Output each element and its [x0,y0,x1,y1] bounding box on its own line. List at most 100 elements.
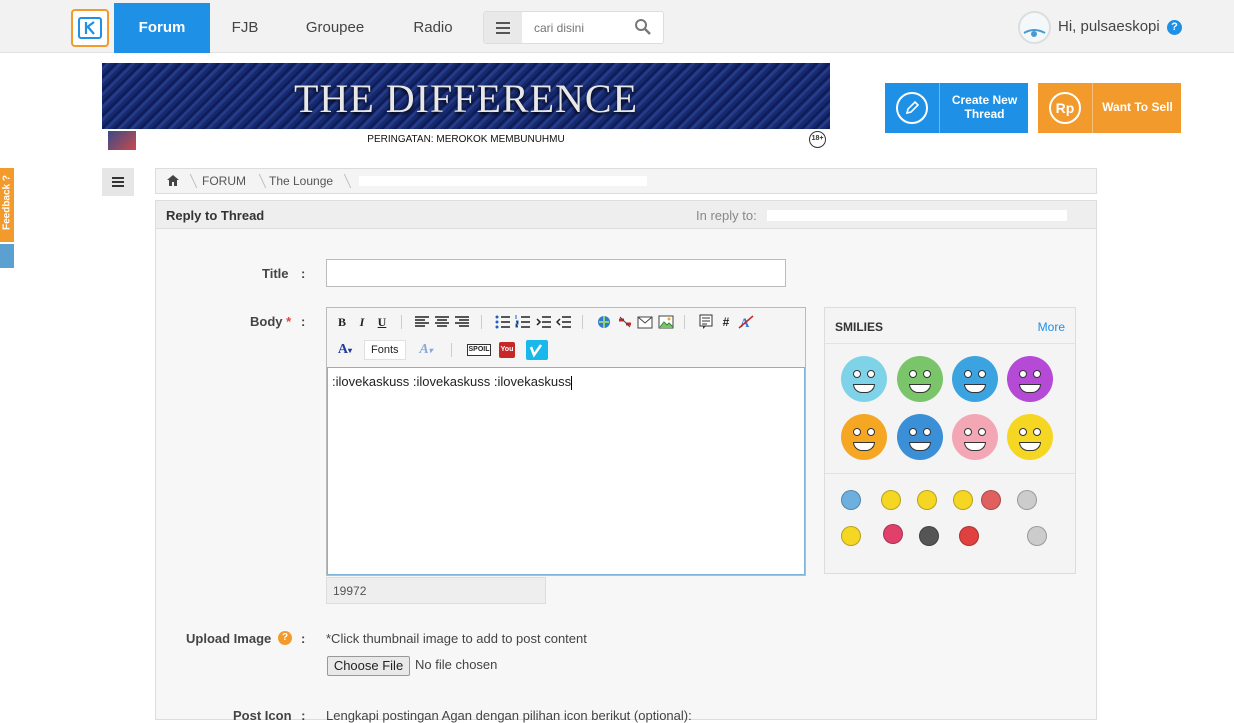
link-icon[interactable] [596,314,612,330]
create-thread-icon-wrap [885,83,940,133]
feedback-store-icon[interactable] [0,244,14,268]
nav-groupee[interactable]: Groupee [296,3,374,53]
youtube-button[interactable]: You [499,342,515,358]
create-thread-button[interactable]: Create New Thread [885,83,1028,133]
body-textarea[interactable]: :ilovekaskuss :ilovekaskuss :ilovekaskus… [327,367,805,575]
smiley-large[interactable] [952,414,998,460]
smiley-small[interactable] [841,490,861,510]
body-editor: B I U # A A▾ Fonts A▾ SPOIL You :iloveka… [326,307,806,576]
upload-help-icon[interactable]: ? [278,631,292,645]
smiley-small[interactable] [841,526,861,546]
clear-format-icon[interactable]: A [738,314,754,330]
align-left-icon[interactable] [414,314,430,330]
smiley-eye [978,428,986,436]
smiley-large[interactable] [841,356,887,402]
feedback-label: Feedback ? [1,174,13,231]
smiley-eye [1019,370,1027,378]
toolbar-separator [401,315,402,329]
in-reply-to-redacted [767,210,1067,221]
smiley-eye [1019,428,1027,436]
bullet-list-icon[interactable] [495,314,511,330]
smiley-mouth [1019,384,1041,393]
smiley-small[interactable] [959,526,979,546]
numbered-list-icon[interactable] [515,314,531,330]
spoiler-button[interactable]: SPOIL [467,344,491,356]
smiley-eye [1033,428,1041,436]
hamburger-icon [496,21,510,34]
underline-button[interactable]: U [374,314,390,330]
smiley-mouth [964,384,986,393]
indent-icon[interactable] [536,314,552,330]
smiley-small[interactable] [1027,526,1047,546]
smiley-eye [909,370,917,378]
smiley-eye [978,370,986,378]
toolbar-separator [582,315,583,329]
align-center-icon[interactable] [434,314,450,330]
breadcrumb-home[interactable] [162,169,184,193]
file-status: No file chosen [415,657,498,672]
smiley-mouth [909,442,931,451]
hashtag-button[interactable]: # [718,314,734,330]
choose-file-button[interactable]: Choose File [327,656,410,676]
search-menu-button[interactable] [484,12,522,43]
email-icon[interactable] [637,314,653,330]
want-to-sell-button[interactable]: Rp Want To Sell [1038,83,1181,133]
smiley-small[interactable] [881,490,901,510]
smiley-large[interactable] [897,414,943,460]
quote-icon[interactable] [698,314,714,330]
toolbar-separator [451,343,452,357]
smiley-eye [964,428,972,436]
image-icon[interactable] [658,314,674,330]
search-input[interactable] [524,12,629,43]
unlink-icon[interactable] [617,314,633,330]
ad-banner[interactable]: THE DIFFERENCE PERINGATAN: MEROKOK MEMBU… [102,63,830,153]
smiley-small[interactable] [917,490,937,510]
bold-button[interactable]: B [334,314,350,330]
fonts-dropdown[interactable]: Fonts [364,340,406,360]
side-menu-toggle[interactable] [102,168,134,196]
outdent-icon[interactable] [556,314,572,330]
smiley-eye [923,370,931,378]
breadcrumb-separator [334,174,352,188]
smiley-small[interactable] [883,524,903,544]
smiley-mouth [964,442,986,451]
smiley-eye [964,370,972,378]
help-icon[interactable]: ? [1167,20,1182,35]
kaskus-logo-icon [78,17,102,39]
smilies-title: SMILIES [835,320,884,334]
upload-label: Upload Image [186,631,272,646]
editor-toolbar-row-2: A▾ Fonts A▾ SPOIL You [327,336,805,364]
smiley-small[interactable] [981,490,1001,510]
feedback-tab[interactable]: Feedback ? [0,168,14,242]
smiley-large[interactable] [952,356,998,402]
italic-button[interactable]: I [354,314,370,330]
smiley-large[interactable] [1007,356,1053,402]
nav-fjb[interactable]: FJB [222,3,268,53]
vimeo-icon[interactable] [526,340,548,360]
title-input[interactable] [326,259,786,287]
smiley-small[interactable] [919,526,939,546]
kaskus-logo[interactable] [71,9,109,47]
smiley-eye [853,370,861,378]
user-greeting[interactable]: Hi, pulsaeskopi [1058,18,1160,35]
smiley-large[interactable] [841,414,887,460]
char-counter: 19972 [326,577,546,604]
font-color-button[interactable]: A▾ [334,342,356,358]
toolbar-separator [481,315,482,329]
smilies-panel: SMILIES More [824,307,1076,574]
nav-forum[interactable]: Forum [114,3,210,53]
nav-radio[interactable]: Radio [404,3,462,53]
smilies-more-link[interactable]: More [1038,320,1065,334]
font-size-button[interactable]: A▾ [415,342,437,358]
smiley-small[interactable] [953,490,973,510]
smiley-large[interactable] [1007,414,1053,460]
breadcrumb-forum[interactable]: FORUM [202,169,246,193]
smiley-mouth [1019,442,1041,451]
align-right-icon[interactable] [454,314,470,330]
search-button[interactable] [634,18,654,38]
smiley-large[interactable] [897,356,943,402]
avatar[interactable] [1018,11,1051,44]
breadcrumb-lounge[interactable]: The Lounge [269,169,333,193]
smiley-small[interactable] [1017,490,1037,510]
body-text: :ilovekaskuss :ilovekaskuss :ilovekaskus… [332,374,572,389]
